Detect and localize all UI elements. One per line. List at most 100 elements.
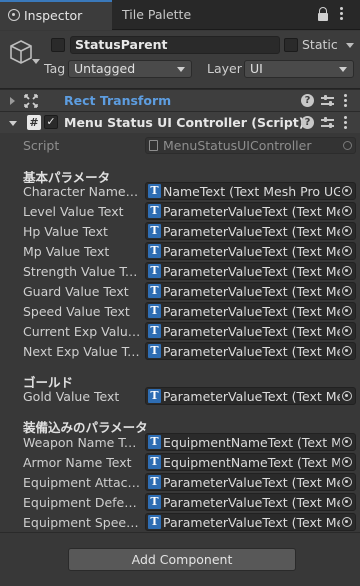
text-mesh-pro-icon: T xyxy=(148,184,161,198)
object-picker-icon[interactable] xyxy=(342,226,352,236)
object-picker-icon[interactable] xyxy=(342,206,352,216)
field-label: Gold Value Text xyxy=(23,389,120,404)
object-field[interactable]: TParameterValueText (Text Mesh Pro UGUI) xyxy=(145,242,356,260)
object-picker-icon[interactable] xyxy=(342,477,352,487)
object-field[interactable]: TParameterValueText (Text Mesh Pro UGUI) xyxy=(145,387,356,405)
object-picker-icon[interactable] xyxy=(342,266,352,276)
rect-transform-title: Rect Transform xyxy=(64,93,172,108)
field-label: Character Name T... xyxy=(23,184,141,199)
lock-icon[interactable] xyxy=(318,7,328,21)
tab-inspector[interactable]: Inspector xyxy=(0,0,112,30)
layer-label: Layer xyxy=(207,61,242,76)
text-mesh-pro-icon: T xyxy=(148,344,161,358)
tab-tile-palette[interactable]: Tile Palette xyxy=(114,0,191,30)
field-label: Current Exp Value ... xyxy=(23,324,141,339)
object-field[interactable]: TParameterValueText (Text Mesh Pro UGUI) xyxy=(145,282,356,300)
component-title: Menu Status UI Controller (Script) xyxy=(64,115,305,130)
tab-tile-palette-label: Tile Palette xyxy=(122,7,192,22)
text-mesh-pro-icon: T xyxy=(148,244,161,258)
text-mesh-pro-icon: T xyxy=(148,455,161,469)
object-field-value: NameText (Text Mesh Pro UGUI) xyxy=(163,184,340,199)
object-field-value: EquipmentNameText (Text Mesh Pro UGUI) xyxy=(163,455,340,470)
object-field[interactable]: TParameterValueText (Text Mesh Pro UGUI) xyxy=(145,222,356,240)
object-field-value: ParameterValueText (Text Mesh Pro UGUI) xyxy=(163,284,340,299)
text-mesh-pro-icon: T xyxy=(148,495,161,509)
object-field-value: ParameterValueText (Text Mesh Pro UGUI) xyxy=(163,304,340,319)
object-field-value: ParameterValueText (Text Mesh Pro UGUI) xyxy=(163,244,340,259)
object-picker-icon[interactable] xyxy=(342,186,352,196)
object-picker-icon[interactable] xyxy=(342,326,352,336)
help-icon[interactable]: ? xyxy=(301,94,314,107)
object-field-value: ParameterValueText (Text Mesh Pro UGUI) xyxy=(163,324,340,339)
preset-sliders-icon[interactable] xyxy=(321,94,334,107)
object-picker-icon[interactable] xyxy=(342,346,352,356)
icon-dropdown-arrow-icon[interactable] xyxy=(32,59,40,64)
text-mesh-pro-icon: T xyxy=(148,475,161,489)
object-field[interactable]: TParameterValueText (Text Mesh Pro UGUI) xyxy=(145,202,356,220)
text-mesh-pro-icon: T xyxy=(148,515,161,529)
preset-sliders-icon[interactable] xyxy=(321,116,334,129)
script-file-icon xyxy=(149,140,158,151)
text-mesh-pro-icon: T xyxy=(148,389,161,403)
divider xyxy=(0,532,360,533)
text-mesh-pro-icon: T xyxy=(148,284,161,298)
object-field[interactable]: TEquipmentNameText (Text Mesh Pro UGUI) xyxy=(145,453,356,471)
field-label: Equipment Defens... xyxy=(23,495,141,510)
script-field: MenuStatusUIController xyxy=(145,137,356,154)
object-picker-icon[interactable] xyxy=(342,286,352,296)
object-picker-icon[interactable] xyxy=(342,306,352,316)
csharp-script-icon: # xyxy=(27,115,41,130)
object-field[interactable]: TParameterValueText (Text Mesh Pro UGUI) xyxy=(145,473,356,491)
object-field[interactable]: TParameterValueText (Text Mesh Pro UGUI) xyxy=(145,342,356,360)
object-field[interactable]: TParameterValueText (Text Mesh Pro UGUI) xyxy=(145,262,356,280)
fold-arrow-icon[interactable] xyxy=(9,121,17,126)
tag-dropdown[interactable]: Untagged xyxy=(68,60,192,78)
object-field[interactable]: TEquipmentNameText (Text Mesh Pro UGUI) xyxy=(145,433,356,451)
field-label: Speed Value Text xyxy=(23,304,130,319)
gameobject-name-field[interactable]: StatusParent xyxy=(70,36,280,54)
field-label: Hp Value Text xyxy=(23,224,108,239)
object-field[interactable]: TParameterValueText (Text Mesh Pro UGUI) xyxy=(145,493,356,511)
object-field[interactable]: TParameterValueText (Text Mesh Pro UGUI) xyxy=(145,302,356,320)
gameobject-header: StatusParent Static Tag Untagged Layer U… xyxy=(0,31,360,89)
object-field[interactable]: TParameterValueText (Text Mesh Pro UGUI) xyxy=(145,513,356,531)
layer-dropdown[interactable]: UI xyxy=(244,60,354,78)
object-field[interactable]: TParameterValueText (Text Mesh Pro UGUI) xyxy=(145,322,356,340)
component-menu-icon[interactable] xyxy=(344,94,347,108)
layer-value: UI xyxy=(250,61,263,76)
tag-label: Tag xyxy=(44,61,66,76)
fold-arrow-icon[interactable] xyxy=(10,97,15,105)
add-component-button[interactable]: Add Component xyxy=(68,548,296,571)
help-icon[interactable]: ? xyxy=(301,116,314,129)
object-field[interactable]: TNameText (Text Mesh Pro UGUI) xyxy=(145,182,356,200)
object-picker-icon[interactable] xyxy=(342,457,352,467)
tab-inspector-label: Inspector xyxy=(24,8,83,23)
script-value: MenuStatusUIController xyxy=(163,138,312,153)
section-header-equipment: 装備込みのパラメータ xyxy=(23,420,148,435)
menu-status-controller-header[interactable]: # ✓ Menu Status UI Controller (Script) ? xyxy=(0,111,360,133)
object-field-value: ParameterValueText (Text Mesh Pro UGUI) xyxy=(163,204,340,219)
static-label: Static xyxy=(302,37,338,52)
component-enabled-checkbox[interactable]: ✓ xyxy=(44,115,58,129)
static-checkbox[interactable] xyxy=(284,38,298,52)
object-picker-icon xyxy=(343,141,352,150)
kebab-menu-icon[interactable] xyxy=(340,7,344,23)
field-label: Guard Value Text xyxy=(23,284,129,299)
chevron-down-icon xyxy=(339,67,347,72)
active-checkbox[interactable] xyxy=(51,38,65,52)
object-picker-icon[interactable] xyxy=(342,391,352,401)
object-picker-icon[interactable] xyxy=(342,246,352,256)
chevron-down-icon xyxy=(177,67,185,72)
rect-transform-header[interactable]: Rect Transform ? xyxy=(0,89,360,111)
object-picker-icon[interactable] xyxy=(342,497,352,507)
object-picker-icon[interactable] xyxy=(342,517,352,527)
text-mesh-pro-icon: T xyxy=(148,204,161,218)
text-mesh-pro-icon: T xyxy=(148,324,161,338)
cube-icon xyxy=(10,40,32,64)
script-label: Script xyxy=(23,138,60,153)
text-mesh-pro-icon: T xyxy=(148,304,161,318)
static-dropdown-arrow-icon[interactable] xyxy=(346,43,354,48)
object-picker-icon[interactable] xyxy=(342,437,352,447)
component-menu-icon[interactable] xyxy=(344,116,347,130)
text-mesh-pro-icon: T xyxy=(148,435,161,449)
